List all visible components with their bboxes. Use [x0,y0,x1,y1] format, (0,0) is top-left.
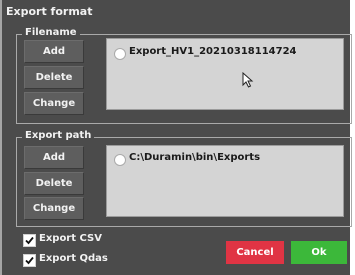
export-path-radio[interactable] [114,154,126,166]
filename-radio[interactable] [114,48,126,60]
export-path-group-label: Export path [22,130,95,141]
filename-entry[interactable]: Export_HV1_20210318114724 [129,46,297,57]
export-dialog: Export format Filename Add Delete Change… [0,0,352,275]
path-change-button[interactable]: Change [24,197,84,220]
ok-button[interactable]: Ok [291,241,347,264]
filename-delete-button[interactable]: Delete [24,66,84,89]
export-csv-checkbox[interactable] [23,234,36,247]
filename-add-button[interactable]: Add [24,40,84,63]
path-delete-button[interactable]: Delete [24,172,84,195]
mouse-pointer-icon [242,72,254,88]
path-add-button[interactable]: Add [24,146,84,169]
dialog-title: Export format [6,5,93,18]
dialog-left-edge [0,0,2,275]
export-qdas-label: Export Qdas [39,253,108,264]
export-csv-label: Export CSV [39,233,102,244]
export-path-entry[interactable]: C:\Duramin\bin\Exports [129,152,260,163]
filename-change-button[interactable]: Change [24,92,84,115]
cancel-button[interactable]: Cancel [226,241,284,264]
checkmark-icon [25,256,34,265]
filename-list[interactable]: Export_HV1_20210318114724 [106,38,344,110]
export-qdas-checkbox[interactable] [23,254,36,267]
export-path-list[interactable]: C:\Duramin\bin\Exports [106,145,344,217]
filename-group-label: Filename [22,27,80,38]
checkmark-icon [25,236,34,245]
